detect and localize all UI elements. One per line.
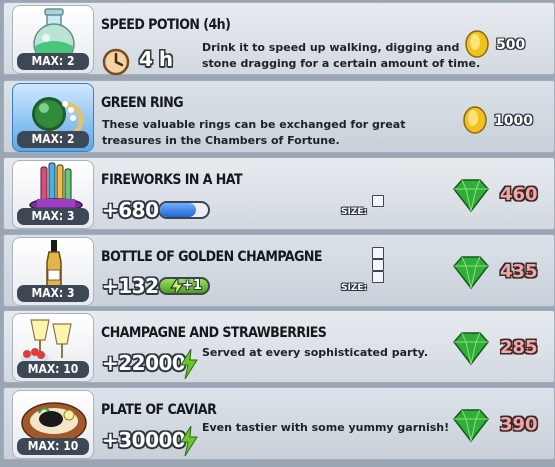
clock-icon [102,48,130,80]
shop-item-golden-champagne[interactable]: MAX: 3 BOTTLE OF GOLDEN CHAMPAGNE +132 +… [3,234,555,307]
price-value: 1000 [494,113,533,129]
shop-item-fireworks-hat[interactable]: MAX: 3 FIREWORKS IN A HAT +680 SIZE: 460 [3,157,555,230]
max-quantity-badge: MAX: 3 [17,208,89,225]
price-value: 435 [500,261,538,282]
item-description: Even tastier with some yummy garnish! [202,421,450,434]
size-cell [372,271,384,283]
max-quantity-badge: MAX: 10 [17,361,89,378]
item-thumbnail: MAX: 10 [12,313,94,382]
gem-icon [448,254,494,296]
item-thumbnail: MAX: 3 [12,160,94,229]
size-cell [372,195,384,207]
gem-icon [448,407,494,449]
energy-bonus-badge: +1 [158,277,210,295]
value-bonus: +680 [102,198,159,222]
shop-item-list: MAX: 2 SPEED POTION (4h) 4 h Drink it to… [0,0,555,467]
max-quantity-badge: MAX: 2 [17,131,89,148]
shop-item-green-ring[interactable]: MAX: 2 GREEN RING These valuable rings c… [3,80,555,153]
size-label: SIZE: [341,207,368,217]
value-bonus: +132 [102,274,159,298]
item-title: PLATE OF CAVIAR [101,402,217,418]
price-value: 460 [500,184,538,205]
size-cell [372,259,384,271]
coin-icon [462,29,492,63]
item-thumbnail: MAX: 2 [12,5,94,74]
item-description: Drink it to speed up walking, digging an… [202,41,481,70]
energy-bonus-value: +1 [182,278,202,293]
max-quantity-badge: MAX: 2 [17,53,89,70]
value-bonus: +22000 [102,351,186,375]
item-description: Served at every sophisticated party. [202,346,429,359]
item-thumbnail: MAX: 2 [12,83,94,152]
price-value: 390 [500,414,538,435]
size-cell [372,247,384,259]
item-title: CHAMPAGNE AND STRAWBERRIES [101,325,327,341]
progress-bar [158,201,210,219]
item-description: These valuable rings can be exchanged fo… [102,118,406,147]
item-title: GREEN RING [101,95,184,111]
item-thumbnail: MAX: 3 [12,237,94,306]
lightning-icon [180,348,198,383]
duration-value: 4 h [139,47,173,71]
item-title: SPEED POTION (4h) [101,17,231,33]
coin-icon [460,105,490,139]
item-title: FIREWORKS IN A HAT [101,172,243,188]
shop-item-plate-caviar[interactable]: MAX: 10 PLATE OF CAVIAR +30000 Even tast… [3,387,555,460]
item-thumbnail: MAX: 10 [12,390,94,459]
item-title: BOTTLE OF GOLDEN CHAMPAGNE [101,249,323,265]
value-bonus: +30000 [102,428,186,452]
shop-item-speed-potion[interactable]: MAX: 2 SPEED POTION (4h) 4 h Drink it to… [3,2,555,76]
lightning-icon [180,425,198,460]
gem-icon [448,177,494,219]
price-value: 500 [496,37,526,53]
shop-item-champagne-strawberries[interactable]: MAX: 10 CHAMPAGNE AND STRAWBERRIES +2200… [3,310,555,383]
progress-bar-fill [160,203,196,217]
max-quantity-badge: MAX: 3 [17,285,89,302]
size-label: SIZE: [341,283,368,293]
max-quantity-badge: MAX: 10 [17,438,89,455]
price-value: 285 [500,337,538,358]
gem-icon [448,330,494,372]
